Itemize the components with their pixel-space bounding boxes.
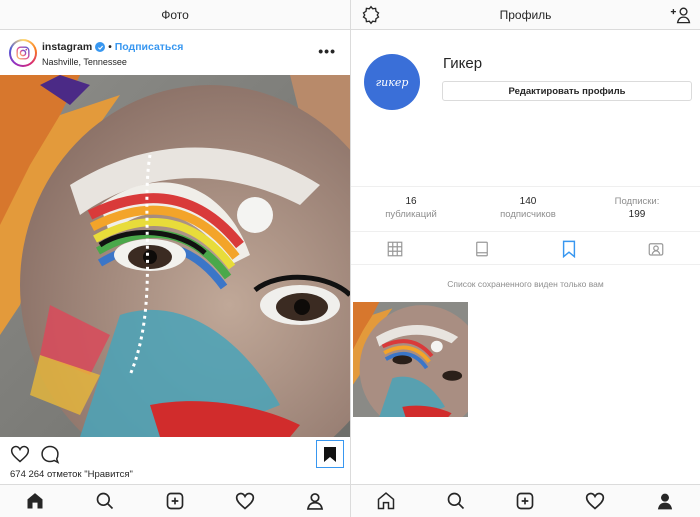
nav-home[interactable] [371, 487, 401, 515]
bookmark-icon [563, 240, 576, 258]
bottom-nav [0, 484, 350, 517]
stat-followers[interactable]: 140 подписчиков [491, 196, 565, 220]
search-icon [447, 492, 464, 510]
tab-saved[interactable] [549, 235, 589, 263]
comment-icon[interactable] [40, 444, 60, 464]
nav-home[interactable] [20, 487, 50, 515]
nav-profile[interactable] [300, 487, 330, 515]
settings-gear-icon[interactable] [361, 5, 381, 25]
top-bar: Профиль [351, 0, 700, 30]
profile-tabs [351, 233, 700, 265]
stat-followers-label: подписчиков [500, 209, 556, 220]
home-filled-icon [27, 493, 43, 509]
nav-add[interactable] [510, 487, 540, 515]
nav-profile[interactable] [650, 487, 680, 515]
saved-post-thumbnail[interactable] [353, 302, 468, 417]
post-location[interactable]: Nashville, Tennessee [42, 57, 127, 67]
stat-following[interactable]: Подписки: 199 [607, 196, 667, 220]
post-actions [0, 440, 350, 468]
edit-profile-button[interactable]: Редактировать профиль [442, 81, 692, 101]
screen-title: Профиль [499, 7, 552, 22]
separator-dot: • [108, 41, 112, 53]
home-icon [377, 492, 395, 510]
profile-filled-icon [657, 493, 673, 510]
bookmark-filled-icon [324, 446, 336, 462]
likes-count[interactable]: 674 264 отметок "Нравится" [10, 469, 133, 480]
stat-posts[interactable]: 16 публикаций [381, 196, 441, 220]
list-icon [476, 241, 488, 256]
nav-search[interactable] [441, 487, 471, 515]
stat-following-value: 199 [628, 209, 646, 220]
nav-search[interactable] [90, 487, 120, 515]
nav-activity[interactable] [580, 487, 610, 515]
profile-name: Гикер [443, 55, 483, 72]
follow-button[interactable]: Подписаться [115, 41, 184, 53]
add-person-icon[interactable] [670, 6, 692, 24]
post-username[interactable]: instagram [42, 41, 92, 53]
screen-title: Фото [161, 7, 189, 22]
stat-followers-value: 140 [519, 196, 537, 207]
profile-stats: 16 публикаций 140 подписчиков Подписки: … [351, 186, 700, 232]
stat-posts-label: публикаций [385, 209, 437, 220]
heart-icon [586, 492, 605, 510]
profile-screen: Профиль гикер Гикер Редактировать профил… [351, 0, 700, 517]
grid-icon [387, 241, 402, 256]
bookmark-button[interactable] [316, 440, 344, 468]
tab-list[interactable] [462, 235, 502, 263]
search-icon [96, 492, 114, 510]
add-icon [166, 492, 184, 510]
top-bar: Фото [0, 0, 350, 30]
nav-activity[interactable] [230, 487, 260, 515]
stat-posts-value: 16 [405, 196, 417, 207]
more-options-icon[interactable]: ••• [318, 43, 336, 59]
profile-avatar[interactable]: гикер [364, 54, 420, 110]
heart-icon[interactable] [10, 444, 30, 464]
tagged-icon [649, 242, 664, 256]
instagram-logo-icon [16, 46, 30, 60]
post-photo[interactable] [0, 75, 350, 437]
tab-grid[interactable] [375, 235, 415, 263]
bottom-nav [351, 484, 700, 517]
stat-following-label: Подписки: [614, 196, 660, 207]
avatar-text: гикер [375, 75, 409, 89]
tab-tagged[interactable] [636, 235, 676, 263]
heart-icon [235, 492, 255, 510]
profile-icon [306, 493, 324, 510]
nav-add[interactable] [160, 487, 190, 515]
verified-badge-icon [95, 42, 106, 52]
post-avatar[interactable] [9, 39, 37, 67]
post-screen: Фото instagram • Подписаться Nashville, … [0, 0, 350, 517]
saved-privacy-note: Список сохраненного виден только вам [447, 279, 604, 289]
add-icon [517, 492, 534, 510]
post-header: instagram • Подписаться Nashville, Tenne… [0, 31, 350, 75]
